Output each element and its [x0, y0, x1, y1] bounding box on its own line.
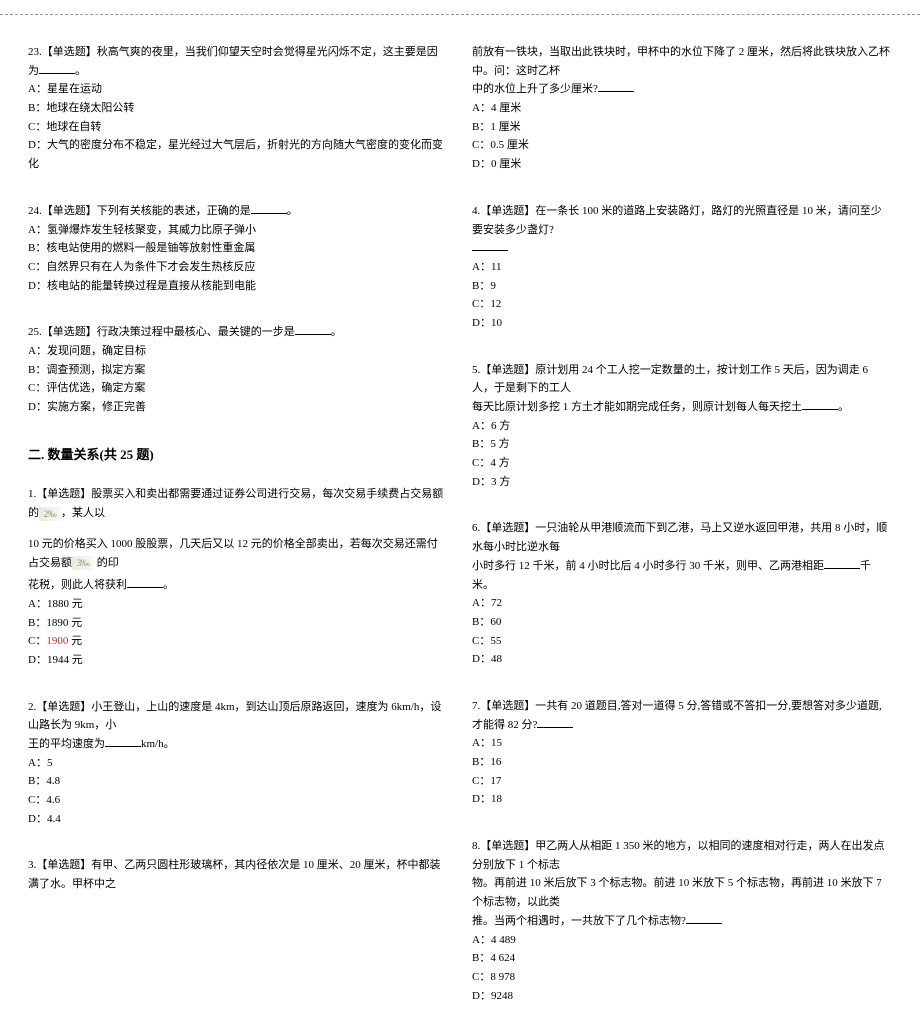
- question-23: 23.【单选题】秋高气爽的夜里，当我们仰望天空时会觉得星光闪烁不定，这主要是因为…: [28, 43, 448, 174]
- q8-opt-d: D：9248: [472, 987, 892, 1006]
- question-24: 24.【单选题】下列有关核能的表述，正确的是。 A：氢弹爆炸发生轻核聚变，其威力…: [28, 202, 448, 295]
- section-2-title: 二. 数量关系(共 25 题): [28, 445, 448, 466]
- q6-opt-c: C：55: [472, 632, 892, 651]
- q23-opt-a: A：星星在运动: [28, 80, 448, 99]
- question-25: 25.【单选题】行政决策过程中最核心、最关键的一步是。 A：发现问题，确定目标 …: [28, 323, 448, 416]
- q3c-opt-b: B：1 厘米: [472, 118, 892, 137]
- fraction-image-1: 2‰: [39, 507, 61, 521]
- q3c-opt-a: A：4 厘米: [472, 99, 892, 118]
- q6-stem-line1: 6.【单选题】一只油轮从甲港顺流而下到乙港，马上又逆水返回甲港，共用 8 小时，…: [472, 519, 892, 556]
- left-column: 23.【单选题】秋高气爽的夜里，当我们仰望天空时会觉得星光闪烁不定，这主要是因为…: [28, 35, 448, 1033]
- q2-opt-d: D：4.4: [28, 810, 448, 829]
- q5-opt-a: A：6 方: [472, 417, 892, 436]
- q23-opt-d: D：大气的密度分布不稳定，星光经过大气层后，折射光的方向随大气密度的变化而变化: [28, 136, 448, 173]
- q2-opt-c: C：4.6: [28, 791, 448, 810]
- q23-stem: 23.【单选题】秋高气爽的夜里，当我们仰望天空时会觉得星光闪烁不定，这主要是因为…: [28, 43, 448, 80]
- q2-opt-b: B：4.8: [28, 772, 448, 791]
- q24-opt-b: B：核电站使用的燃料一般是铀等放射性重金属: [28, 239, 448, 258]
- q4-opt-d: D：10: [472, 314, 892, 333]
- q3c-line2: 中的水位上升了多少厘米?: [472, 80, 892, 99]
- question-s2-1: 1.【单选题】股票买入和卖出都需要通过证券公司进行交易，每次交易手续费占交易额的…: [28, 485, 448, 669]
- question-s2-3-partial: 3.【单选题】有甲、乙两只圆柱形玻璃杯，其内径依次是 10 厘米、20 厘米，杯…: [28, 856, 448, 893]
- q24-opt-a: A：氢弹爆炸发生轻核聚变，其威力比原子弹小: [28, 221, 448, 240]
- q8-stem-line3: 推。当两个相遇时，一共放下了几个标志物?: [472, 912, 892, 931]
- q8-stem-line2: 物。再前进 10 米后放下 3 个标志物。前进 10 米放下 5 个标志物，再前…: [472, 874, 892, 911]
- q4-opt-b: B：9: [472, 277, 892, 296]
- q8-opt-a: A：4 489: [472, 931, 892, 950]
- q5-opt-b: B：5 方: [472, 435, 892, 454]
- q2-opt-a: A：5: [28, 754, 448, 773]
- question-s2-5: 5.【单选题】原计划用 24 个工人挖一定数量的土，按计划工作 5 天后，因为调…: [472, 361, 892, 492]
- q4-stem: 4.【单选题】在一条长 100 米的道路上安装路灯，路灯的光照直径是 10 米，…: [472, 202, 892, 239]
- q6-opt-d: D：48: [472, 650, 892, 669]
- q1-opt-b: B：1890 元: [28, 614, 448, 633]
- q25-opt-a: A：发现问题，确定目标: [28, 342, 448, 361]
- q7-opt-b: B：16: [472, 753, 892, 772]
- q1-opt-c: C：1900 元: [28, 632, 448, 651]
- q2-stem-line2: 王的平均速度为km/h。: [28, 735, 448, 754]
- q7-opt-d: D：18: [472, 790, 892, 809]
- question-s2-7: 7.【单选题】一共有 20 道题目,答对一道得 5 分,答错或不答扣一分,要想答…: [472, 697, 892, 809]
- q1-opt-a: A：1880 元: [28, 595, 448, 614]
- q8-stem-line1: 8.【单选题】甲乙两人从相距 1 350 米的地方，以相同的速度相对行走，两人在…: [472, 837, 892, 874]
- q8-opt-b: B：4 624: [472, 949, 892, 968]
- q25-opt-c: C：评估优选，确定方案: [28, 379, 448, 398]
- q7-opt-c: C：17: [472, 772, 892, 791]
- q6-opt-a: A：72: [472, 594, 892, 613]
- q7-opt-a: A：15: [472, 734, 892, 753]
- q24-stem: 24.【单选题】下列有关核能的表述，正确的是。: [28, 202, 448, 221]
- question-s2-4: 4.【单选题】在一条长 100 米的道路上安装路灯，路灯的光照直径是 10 米，…: [472, 202, 892, 333]
- q1-line3: 花税，则此人将获利。: [28, 576, 448, 595]
- q8-opt-c: C：8 978: [472, 968, 892, 987]
- q25-stem: 25.【单选题】行政决策过程中最核心、最关键的一步是。: [28, 323, 448, 342]
- q3c-opt-d: D：0 厘米: [472, 155, 892, 174]
- q1-line2: 10 元的价格买入 1000 股股票，几天后又以 12 元的价格全部卖出，若每次…: [28, 535, 448, 572]
- q25-opt-d: D：实施方案，修正完善: [28, 398, 448, 417]
- q3c-line1: 前放有一铁块，当取出此铁块时，甲杯中的水位下降了 2 厘米，然后将此铁块放入乙杯…: [472, 43, 892, 80]
- q23-opt-c: C：地球在自转: [28, 118, 448, 137]
- q1-line1: 1.【单选题】股票买入和卖出都需要通过证券公司进行交易，每次交易手续费占交易额的…: [28, 485, 448, 522]
- question-s2-8: 8.【单选题】甲乙两人从相距 1 350 米的地方，以相同的速度相对行走，两人在…: [472, 837, 892, 1005]
- q3-stem: 3.【单选题】有甲、乙两只圆柱形玻璃杯，其内径依次是 10 厘米、20 厘米，杯…: [28, 856, 448, 893]
- q25-opt-b: B：调查预测，拟定方案: [28, 361, 448, 380]
- q1-opt-c-value: 1900: [46, 635, 68, 647]
- q6-opt-b: B：60: [472, 613, 892, 632]
- right-column: 前放有一铁块，当取出此铁块时，甲杯中的水位下降了 2 厘米，然后将此铁块放入乙杯…: [472, 35, 892, 1033]
- q24-opt-d: D：核电站的能量转换过程是直接从核能到电能: [28, 277, 448, 296]
- q5-opt-d: D：3 方: [472, 473, 892, 492]
- q4-opt-c: C：12: [472, 295, 892, 314]
- q6-stem-line2: 小时多行 12 千米，前 4 小时比后 4 小时多行 30 千米，则甲、乙两港相…: [472, 557, 892, 594]
- q23-opt-b: B：地球在绕太阳公转: [28, 99, 448, 118]
- q1-opt-d: D：1944 元: [28, 651, 448, 670]
- q5-opt-c: C：4 方: [472, 454, 892, 473]
- q2-stem-line1: 2.【单选题】小王登山，上山的速度是 4km，到达山顶后原路返回，速度为 6km…: [28, 698, 448, 735]
- q24-opt-c: C：自然界只有在人为条件下才会发生热核反应: [28, 258, 448, 277]
- q3c-opt-c: C：0.5 厘米: [472, 136, 892, 155]
- q7-stem: 7.【单选题】一共有 20 道题目,答对一道得 5 分,答错或不答扣一分,要想答…: [472, 697, 892, 734]
- question-s2-2: 2.【单选题】小王登山，上山的速度是 4km，到达山顶后原路返回，速度为 6km…: [28, 698, 448, 829]
- q5-stem-line1: 5.【单选题】原计划用 24 个工人挖一定数量的土，按计划工作 5 天后，因为调…: [472, 361, 892, 398]
- q4-opt-a: A：11: [472, 258, 892, 277]
- q5-stem-line2: 每天比原计划多挖 1 方土才能如期完成任务，则原计划每人每天挖土。: [472, 398, 892, 417]
- question-s2-6: 6.【单选题】一只油轮从甲港顺流而下到乙港，马上又逆水返回甲港，共用 8 小时，…: [472, 519, 892, 669]
- question-s2-3-cont: 前放有一铁块，当取出此铁块时，甲杯中的水位下降了 2 厘米，然后将此铁块放入乙杯…: [472, 43, 892, 174]
- fraction-image-2: 3‰: [72, 556, 94, 570]
